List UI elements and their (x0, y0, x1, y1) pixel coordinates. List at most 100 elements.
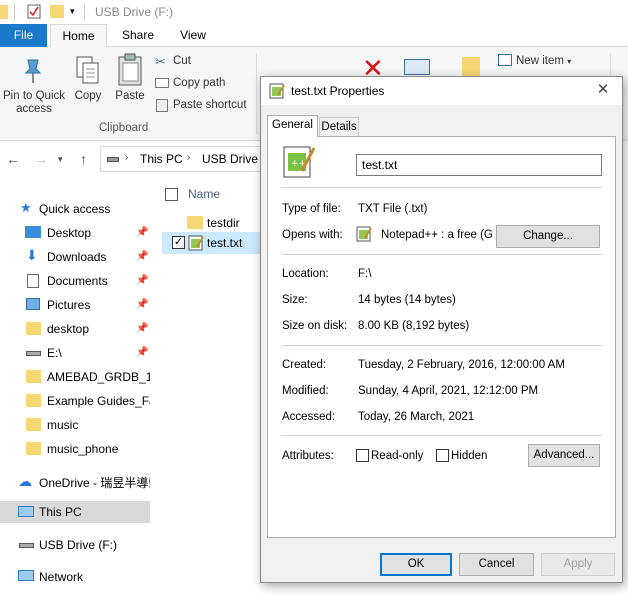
pin-icon[interactable]: 📌 (136, 323, 148, 334)
paste-shortcut-button[interactable]: Paste shortcut (173, 99, 247, 111)
customize-toolbar-icon[interactable]: ▾ (70, 6, 75, 17)
back-arrow-icon[interactable]: ← (6, 151, 20, 167)
nav-label: Pictures (47, 298, 91, 312)
breadcrumb-separator-icon: › (187, 152, 191, 163)
dialog-title: test.txt Properties (291, 84, 385, 98)
nav-desktop[interactable]: Desktop 📌 (0, 222, 150, 244)
tab-file[interactable]: File (0, 24, 47, 47)
file-row-selected[interactable]: ✓ test.txt (162, 232, 267, 254)
divider (282, 254, 602, 255)
close-button[interactable]: ✕ (592, 80, 614, 100)
nav-onedrive[interactable]: ☁ OneDrive - 瑞昱半導體 (0, 470, 150, 492)
nav-desktop-folder[interactable]: desktop 📌 (0, 318, 150, 340)
nav-pictures[interactable]: Pictures 📌 (0, 294, 150, 316)
new-item-button[interactable]: New item ▾ (516, 55, 571, 67)
tab-share[interactable]: Share (113, 24, 163, 47)
size-value: 14 bytes (14 bytes) (358, 294, 456, 306)
pin-icon[interactable]: 📌 (136, 227, 148, 238)
breadcrumb-usb-drive[interactable]: USB Drive ( (202, 152, 265, 166)
new-folder-icon[interactable] (50, 5, 64, 18)
nav-label: Network (39, 570, 84, 584)
nav-folder[interactable]: music_phone (0, 438, 150, 460)
new-item-icon[interactable] (498, 54, 512, 66)
filename-input[interactable] (356, 154, 602, 176)
divider (282, 187, 602, 188)
tab-general[interactable]: General (267, 115, 318, 137)
copy-path-icon[interactable] (155, 78, 169, 88)
pin-icon[interactable]: 📌 (136, 347, 148, 358)
folder-icon (26, 394, 41, 407)
divider (282, 435, 602, 436)
ok-button[interactable]: OK (380, 553, 452, 576)
apply-button[interactable]: Apply (541, 553, 615, 576)
type-label: Type of file: (282, 203, 341, 215)
tab-view[interactable]: View (171, 24, 215, 47)
accessed-value: Today, 26 March, 2021 (358, 411, 475, 423)
nav-label: OneDrive - 瑞昱半導體 (39, 476, 150, 490)
notepad-plus-plus-icon (188, 235, 204, 251)
breadcrumb-this-pc[interactable]: This PC (140, 152, 183, 166)
nav-label: Desktop (47, 226, 92, 240)
nav-folder[interactable]: Example Guides_Fat (0, 390, 150, 412)
pin-to-quick-access-button[interactable]: Pin to Quick access (0, 90, 68, 116)
ribbon-tabs: File Home Share View (0, 24, 628, 48)
pin-icon[interactable]: 📌 (136, 275, 148, 286)
paste-button[interactable]: Paste (110, 90, 150, 103)
pin-icon[interactable]: 📌 (136, 251, 148, 262)
address-bar[interactable]: › This PC › USB Drive ( (100, 146, 280, 172)
general-panel: ++ Type of file: TXT File (.txt) Opens w… (267, 136, 616, 538)
pin-icon[interactable] (20, 57, 46, 85)
file-row[interactable]: testdir (162, 212, 267, 234)
paste-shortcut-icon[interactable] (156, 99, 168, 112)
properties-icon[interactable] (27, 4, 41, 19)
copy-path-button[interactable]: Copy path (173, 77, 225, 89)
location-value: F:\ (358, 268, 372, 280)
nav-label: Downloads (47, 250, 107, 264)
cancel-button[interactable]: Cancel (459, 553, 534, 576)
scissors-icon[interactable]: ✂ (155, 54, 166, 70)
pin-label-line2: access (16, 103, 52, 115)
copy-icon[interactable] (75, 55, 101, 87)
folder-icon (26, 442, 41, 455)
tab-details[interactable]: Details (319, 117, 359, 137)
nav-label: music (47, 418, 79, 432)
nav-downloads[interactable]: ⬇ Downloads 📌 (0, 246, 150, 268)
clipboard-group-label: Clipboard (99, 122, 149, 134)
forward-arrow-icon[interactable]: → (34, 151, 48, 167)
dialog-titlebar: test.txt Properties ✕ (261, 77, 622, 105)
hidden-checkbox[interactable] (436, 449, 449, 462)
nav-e-drive[interactable]: E:\ 📌 (0, 342, 150, 364)
tab-home[interactable]: Home (50, 24, 107, 48)
column-header-name[interactable]: Name (188, 187, 220, 201)
nav-this-pc[interactable]: This PC (0, 501, 150, 523)
drive-icon (19, 543, 34, 548)
folder-icon[interactable] (0, 5, 8, 19)
explorer-titlebar: ▾ USB Drive (F:) (0, 0, 628, 24)
pin-icon[interactable]: 📌 (136, 299, 148, 310)
paste-icon[interactable] (117, 53, 143, 87)
readonly-checkbox[interactable] (356, 449, 369, 462)
nav-label: music_phone (47, 442, 119, 456)
recent-locations-icon[interactable]: ▾ (58, 154, 63, 165)
rename-icon[interactable] (404, 59, 430, 75)
row-checkbox[interactable]: ✓ (172, 236, 185, 249)
change-button[interactable]: Change... (496, 225, 600, 248)
copy-button[interactable]: Copy (68, 90, 108, 103)
accessed-label: Accessed: (282, 411, 336, 423)
nav-folder[interactable]: music (0, 414, 150, 436)
up-arrow-icon[interactable]: ↑ (80, 151, 87, 167)
created-label: Created: (282, 359, 327, 371)
nav-quick-access[interactable]: ★ Quick access (0, 198, 150, 220)
breadcrumb-separator-icon: › (125, 152, 129, 163)
nav-network[interactable]: Network (0, 566, 150, 588)
nav-label: AMEBAD_GRDB_1V0 (47, 370, 150, 384)
folder-icon (26, 370, 41, 383)
cut-button[interactable]: Cut (173, 55, 191, 67)
nav-documents[interactable]: Documents 📌 (0, 270, 150, 292)
nav-usb-drive[interactable]: USB Drive (F:) (0, 534, 150, 556)
select-all-checkbox[interactable] (165, 188, 178, 201)
desktop-icon (25, 226, 41, 238)
opens-with-label: Opens with: (282, 229, 343, 241)
nav-folder[interactable]: AMEBAD_GRDB_1V0 (0, 366, 150, 388)
advanced-button[interactable]: Advanced... (528, 444, 600, 467)
